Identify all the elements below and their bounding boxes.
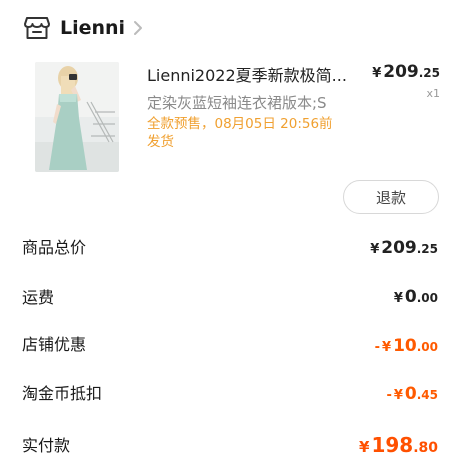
- row-label-total: 商品总价: [22, 238, 87, 257]
- currency-symbol: ¥: [359, 438, 370, 456]
- product-spec: 定染灰蓝短袖连衣裙版本;S: [147, 94, 327, 112]
- value-integer: 0: [404, 384, 417, 404]
- price-integer: 209: [383, 62, 419, 82]
- row-label-shop-discount: 店铺优惠: [22, 335, 87, 354]
- refund-button[interactable]: 退款: [343, 180, 439, 214]
- presale-line: 发货: [147, 134, 174, 150]
- shop-header[interactable]: Lienni: [24, 14, 143, 42]
- currency-symbol: ¥: [393, 388, 403, 403]
- presale-line: 全款预售，08月05日 20:56前: [147, 116, 333, 132]
- minus-sign: -: [374, 340, 381, 355]
- value-integer: 209: [381, 238, 417, 258]
- currency-symbol: ¥: [372, 66, 382, 81]
- store-icon: [24, 17, 50, 39]
- product-image[interactable]: [35, 62, 119, 172]
- product-price: ¥209.25: [372, 62, 440, 82]
- row-value-coin-deduction: - ¥0.45: [386, 384, 438, 404]
- value-decimal: .25: [416, 242, 438, 256]
- value-decimal: .00: [416, 291, 438, 305]
- row-label-paid: 实付款: [22, 436, 71, 455]
- value-decimal: .45: [416, 388, 438, 402]
- presale-notice: 全款预售，08月05日 20:56前 发货: [147, 115, 362, 151]
- chevron-right-icon: [134, 21, 143, 35]
- currency-symbol: ¥: [370, 242, 380, 257]
- row-value-paid: ¥198.80: [359, 433, 438, 457]
- value-integer: 10: [393, 336, 417, 356]
- quantity: x1: [426, 87, 440, 100]
- value-decimal: .00: [416, 340, 438, 354]
- currency-symbol: ¥: [393, 291, 403, 306]
- row-value-total: ¥209.25: [370, 238, 438, 258]
- row-value-shipping: ¥0.00: [394, 287, 438, 307]
- value-integer: 0: [404, 287, 417, 307]
- value-decimal: .80: [413, 440, 438, 456]
- minus-sign: -: [386, 388, 392, 403]
- shop-name[interactable]: Lienni: [60, 17, 125, 39]
- value-integer: 198: [371, 433, 414, 457]
- product-title[interactable]: Lienni2022夏季新款极简...: [147, 62, 365, 86]
- row-label-shipping: 运费: [22, 288, 55, 307]
- row-value-shop-discount: - ¥10.00: [375, 336, 438, 356]
- currency-symbol: ¥: [382, 340, 392, 355]
- row-label-coin-deduction: 淘金币抵扣: [22, 384, 103, 403]
- price-decimal: .25: [418, 66, 440, 80]
- dress-photo: [35, 62, 119, 172]
